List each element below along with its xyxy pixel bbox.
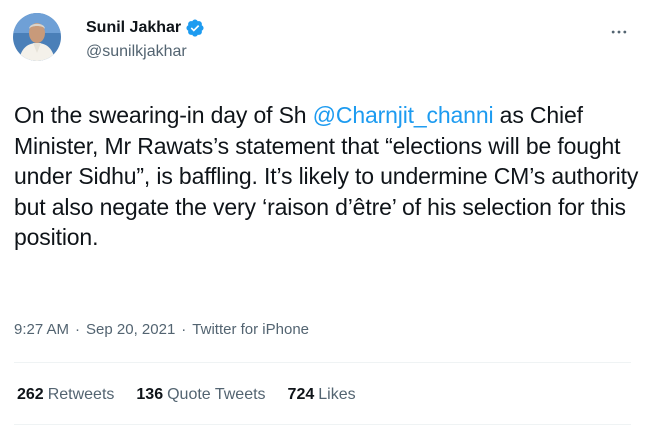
tweet-source[interactable]: Twitter for iPhone — [192, 320, 309, 340]
verified-badge-icon — [185, 18, 205, 38]
mention-link[interactable]: @Charnjit_channi — [313, 102, 494, 128]
tweet-card: Sunil Jakhar @sunilkjakhar On the sweari… — [0, 0, 645, 438]
author-name[interactable]: Sunil Jakhar — [86, 17, 181, 39]
avatar[interactable] — [13, 13, 61, 61]
author-block: Sunil Jakhar @sunilkjakhar — [86, 17, 205, 63]
retweets-label: Retweets — [47, 386, 115, 403]
author-handle[interactable]: @sunilkjakhar — [86, 41, 205, 63]
meta-separator: · — [181, 321, 187, 338]
quote-tweets-count: 136 — [136, 386, 164, 403]
tweet-text-start: On the swearing-in day of Sh — [14, 102, 313, 128]
avatar-image — [13, 13, 61, 61]
meta-separator: · — [75, 321, 81, 338]
tweet-meta: 9:27 AM · Sep 20, 2021 · Twitter for iPh… — [14, 320, 309, 340]
name-row: Sunil Jakhar — [86, 17, 205, 39]
tweet-stats: 262 Retweets 136 Quote Tweets 724 Likes — [17, 384, 378, 406]
more-options-icon — [611, 30, 627, 34]
more-options-button[interactable] — [607, 20, 631, 44]
tweet-time[interactable]: 9:27 AM — [14, 320, 69, 340]
retweets-stat[interactable]: 262 Retweets — [17, 384, 114, 406]
quote-tweets-label: Quote Tweets — [167, 386, 266, 403]
tweet-text: On the swearing-in day of Sh @Charnjit_c… — [14, 100, 639, 253]
likes-stat[interactable]: 724 Likes — [288, 384, 356, 406]
likes-count: 724 — [287, 386, 315, 403]
tweet-date[interactable]: Sep 20, 2021 — [86, 320, 175, 340]
retweets-count: 262 — [17, 386, 44, 403]
divider — [14, 362, 631, 363]
quote-tweets-stat[interactable]: 136 Quote Tweets — [136, 384, 265, 406]
divider — [14, 424, 631, 425]
likes-label: Likes — [318, 386, 356, 403]
